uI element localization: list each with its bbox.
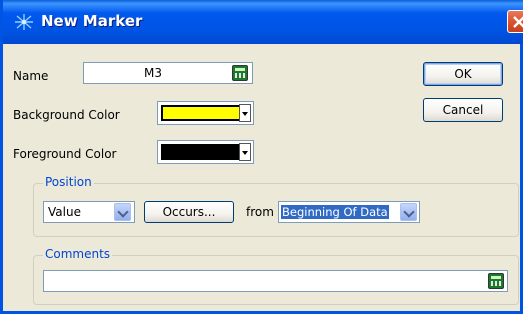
- foreground-color-swatch: [161, 144, 241, 160]
- foreground-color-label: Foreground Color: [13, 147, 117, 161]
- background-color-swatch: [161, 105, 241, 121]
- title-bar[interactable]: New Marker: [3, 0, 523, 44]
- name-label: Name: [13, 69, 49, 83]
- background-color-picker[interactable]: [157, 101, 254, 125]
- name-value: M3: [144, 66, 162, 80]
- foreground-color-picker[interactable]: [157, 140, 254, 164]
- background-color-label: Background Color: [13, 108, 120, 122]
- position-type-value: Value: [48, 205, 81, 219]
- comments-input[interactable]: [43, 270, 508, 292]
- position-type-select[interactable]: Value: [43, 201, 135, 223]
- calculator-icon[interactable]: [488, 273, 504, 289]
- position-legend: Position: [43, 175, 94, 189]
- occurs-button[interactable]: Occurs...: [144, 201, 234, 223]
- window-title: New Marker: [41, 12, 143, 30]
- comments-legend: Comments: [43, 247, 113, 261]
- close-button[interactable]: [507, 10, 523, 33]
- new-marker-dialog: New Marker Name M3 Background Color Fore…: [0, 0, 523, 314]
- close-icon: [513, 16, 523, 28]
- chevron-down-icon[interactable]: [239, 104, 251, 122]
- calculator-icon[interactable]: [232, 65, 248, 81]
- ok-button[interactable]: OK: [423, 62, 503, 86]
- chevron-down-icon[interactable]: [400, 203, 417, 221]
- from-select[interactable]: Beginning Of Data: [278, 201, 420, 223]
- name-input[interactable]: M3: [83, 62, 253, 84]
- cancel-button[interactable]: Cancel: [423, 98, 503, 122]
- from-value: Beginning Of Data: [281, 205, 389, 219]
- from-label: from: [246, 205, 274, 219]
- chevron-down-icon[interactable]: [239, 143, 251, 161]
- chevron-down-icon[interactable]: [114, 203, 131, 221]
- spark-icon: [13, 13, 35, 31]
